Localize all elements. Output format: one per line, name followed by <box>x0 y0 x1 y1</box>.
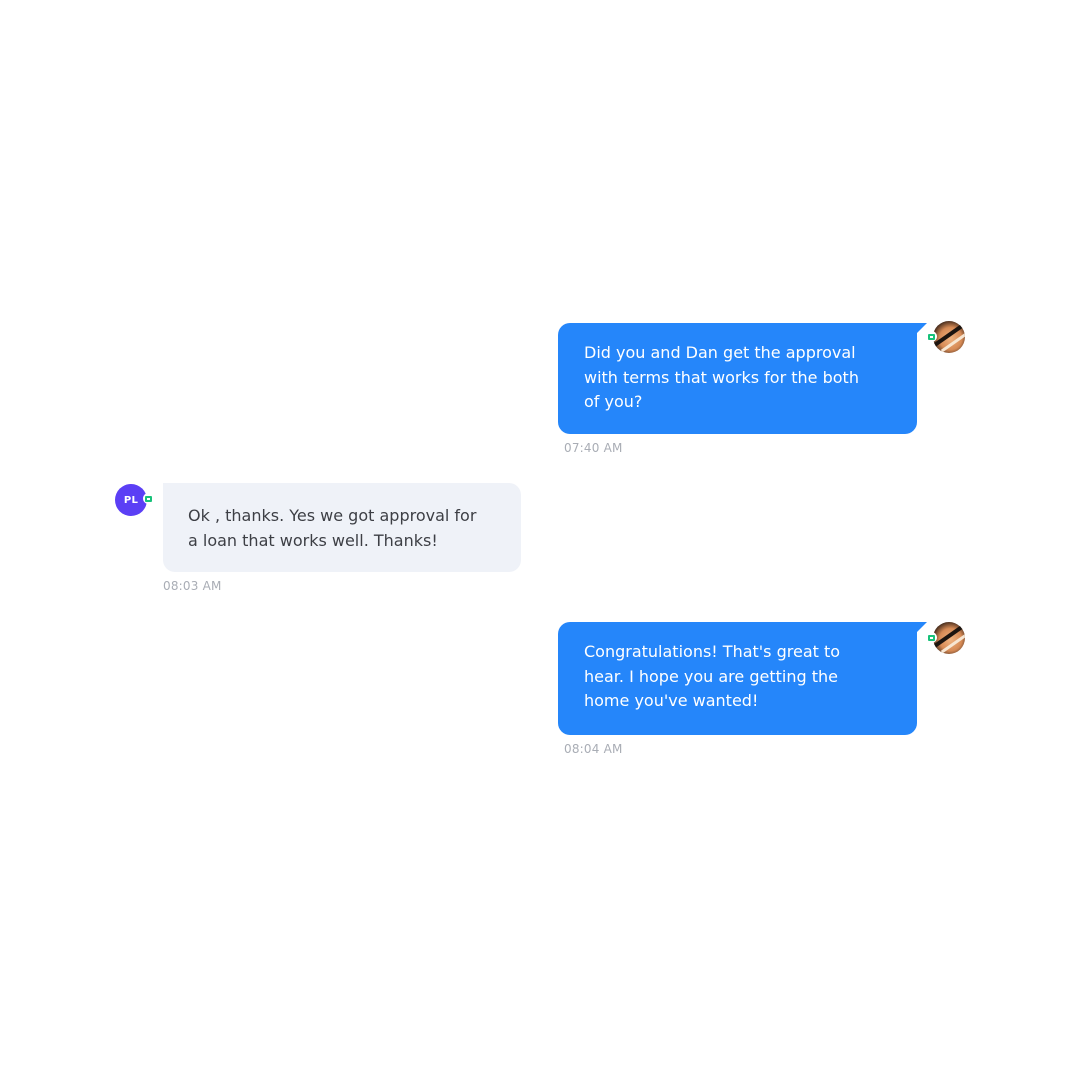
message-timestamp: 08:03 AM <box>163 579 222 593</box>
message-bubble: Congratulations! That's great to hear. I… <box>558 622 927 735</box>
chat-canvas: Did you and Dan get the approval with te… <box>0 0 1080 1080</box>
message-bubble: Ok , thanks. Yes we got approval for a l… <box>163 483 521 572</box>
message-timestamp: 07:40 AM <box>564 441 623 455</box>
sms-channel-icon <box>926 331 937 342</box>
message-timestamp: 08:04 AM <box>564 742 623 756</box>
user-photo-avatar[interactable] <box>933 321 965 353</box>
sms-channel-icon <box>143 493 154 504</box>
user-photo-avatar[interactable] <box>933 622 965 654</box>
message-bubble: Did you and Dan get the approval with te… <box>558 323 927 434</box>
sms-channel-icon <box>926 632 937 643</box>
contact-avatar[interactable]: PL <box>115 484 147 516</box>
